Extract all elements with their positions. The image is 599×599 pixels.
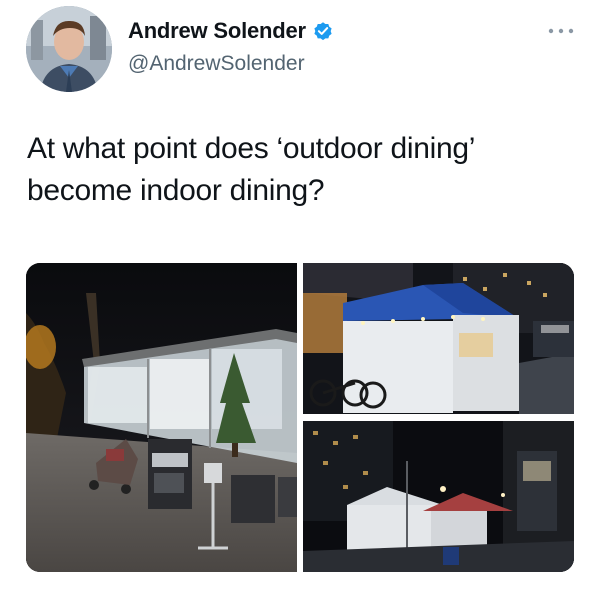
tweet-card: Andrew Solender @AndrewSolender At what …	[0, 0, 599, 599]
avatar[interactable]	[26, 6, 112, 92]
media-grid	[26, 263, 574, 572]
tweet-photo-3[interactable]	[303, 421, 574, 572]
verified-badge-icon	[312, 20, 334, 42]
tweet-photo-1[interactable]	[26, 263, 297, 572]
profile-photo-icon	[26, 6, 112, 92]
tweet-text: At what point does ‘outdoor dining’ beco…	[27, 132, 475, 207]
ellipsis-icon[interactable]	[546, 24, 576, 38]
author-handle[interactable]: @AndrewSolender	[128, 52, 305, 76]
author-name-row[interactable]: Andrew Solender	[128, 16, 334, 46]
author-display-name[interactable]: Andrew Solender	[128, 18, 306, 44]
tweet-photo-2[interactable]	[303, 263, 574, 414]
